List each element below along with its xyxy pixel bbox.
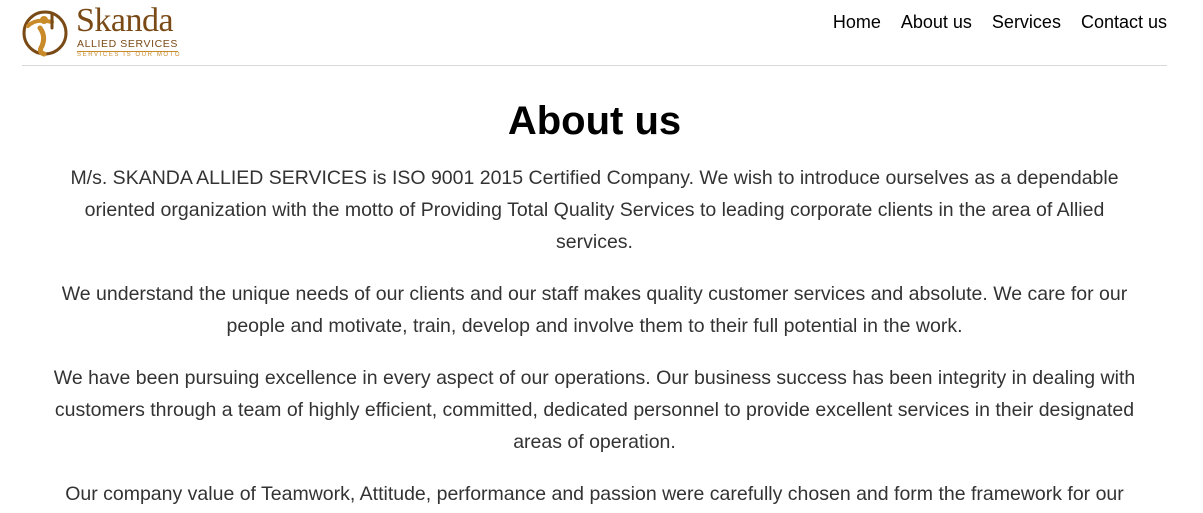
nav-services[interactable]: Services — [992, 11, 1061, 33]
skanda-figure-icon — [22, 10, 68, 57]
nav-home[interactable]: Home — [833, 11, 881, 33]
logo-name: Skanda — [76, 2, 174, 39]
site-header: Skanda ALLIED SERVICES SERVICES IS OUR M… — [22, 0, 1167, 66]
about-paragraph: M/s. SKANDA ALLIED SERVICES is ISO 9001 … — [70, 167, 1119, 253]
about-section: About us M/s. SKANDA ALLIED SERVICES is … — [22, 66, 1167, 510]
about-paragraph: We understand the unique needs of our cl… — [61, 283, 1128, 337]
logo-tagline: SERVICES IS OUR MOTO — [77, 52, 182, 58]
nav-contact-us[interactable]: Contact us — [1081, 11, 1167, 33]
skanda-logo[interactable]: Skanda ALLIED SERVICES SERVICES IS OUR M… — [22, 4, 192, 60]
about-paragraph: We have been pursuing excellence in ever… — [53, 367, 1136, 453]
nav-about-us[interactable]: About us — [901, 11, 972, 33]
logo-subtitle: ALLIED SERVICES — [77, 38, 179, 52]
about-paragraph: Our company value of Teamwork, Attitude,… — [65, 483, 1124, 505]
page-title: About us — [507, 99, 682, 143]
main-nav: Home About us Services Contact us — [813, 11, 1167, 33]
